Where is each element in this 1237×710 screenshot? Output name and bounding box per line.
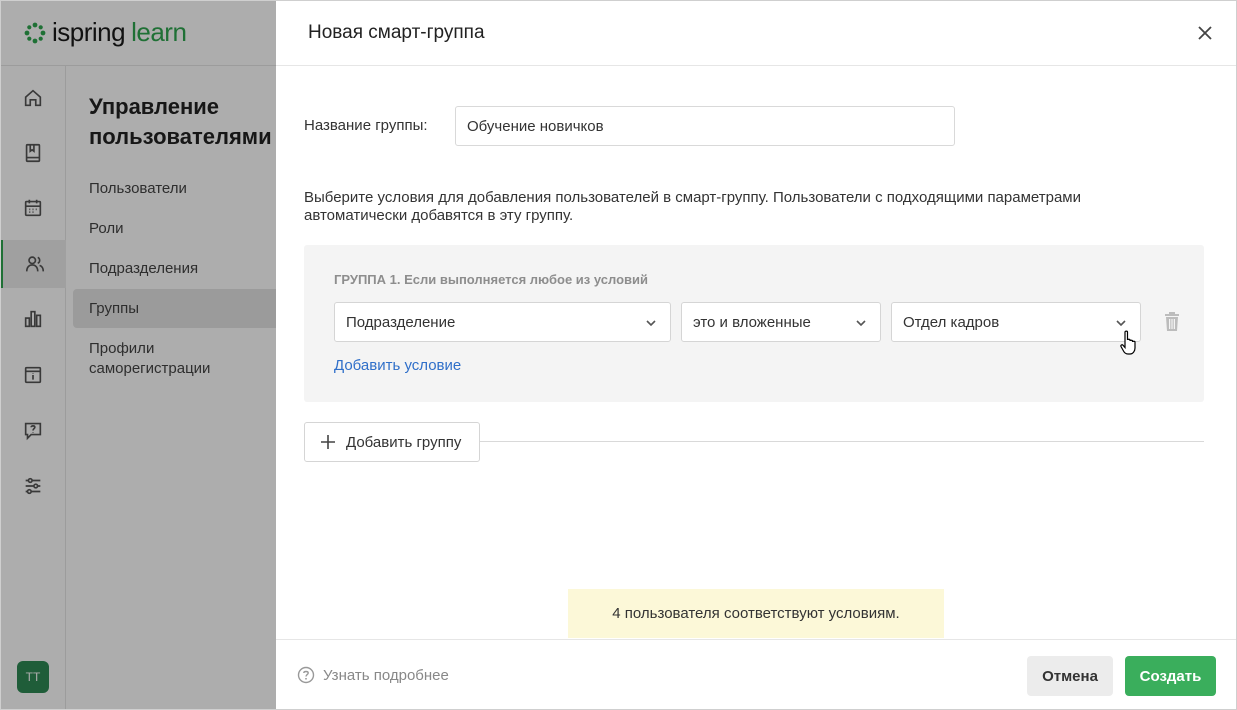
condition-value-select[interactable]: Отдел кадров <box>891 302 1141 342</box>
question-circle-icon <box>297 666 315 684</box>
learn-more-label: Узнать подробнее <box>323 666 449 684</box>
add-group-label: Добавить группу <box>346 433 462 451</box>
matching-users-notice: 4 пользователя соответствуют условиям. <box>568 589 944 638</box>
new-smart-group-panel: Новая смарт-группа Название группы: Выбе… <box>276 0 1237 710</box>
group-label: ГРУППА 1. Если выполняется любое из усло… <box>334 272 649 287</box>
condition-field-value: Подразделение <box>346 313 456 331</box>
add-group-button[interactable]: Добавить группу <box>304 422 480 462</box>
add-condition-link[interactable]: Добавить условие <box>334 357 461 374</box>
cancel-button[interactable]: Отмена <box>1027 656 1113 696</box>
modal-title: Новая смарт-группа <box>308 22 485 43</box>
close-button[interactable] <box>1194 22 1216 44</box>
condition-group: ГРУППА 1. Если выполняется любое из усло… <box>304 245 1204 402</box>
condition-operator-value: это и вложенные <box>693 313 811 331</box>
hand-cursor-icon <box>1120 330 1136 355</box>
plus-icon <box>321 435 335 449</box>
group-name-label: Название группы: <box>304 117 428 134</box>
modal-backdrop[interactable] <box>0 0 276 710</box>
divider <box>480 441 1204 442</box>
condition-value-text: Отдел кадров <box>903 313 1000 331</box>
conditions-description: Выберите условия для добавления пользова… <box>304 189 1081 224</box>
learn-more-link[interactable]: Узнать подробнее <box>297 666 449 684</box>
chevron-down-icon <box>854 316 868 330</box>
modal-header: Новая смарт-группа <box>276 0 1237 66</box>
delete-condition-button[interactable] <box>1162 311 1182 333</box>
condition-operator-select[interactable]: это и вложенные <box>681 302 881 342</box>
modal-footer: Узнать подробнее Отмена Создать <box>276 639 1237 710</box>
close-icon <box>1198 26 1212 40</box>
chevron-down-icon <box>644 316 658 330</box>
chevron-down-icon <box>1114 316 1128 330</box>
group-name-input[interactable] <box>455 106 955 146</box>
create-button[interactable]: Создать <box>1125 656 1216 696</box>
condition-field-select[interactable]: Подразделение <box>334 302 671 342</box>
trash-icon <box>1165 312 1179 331</box>
